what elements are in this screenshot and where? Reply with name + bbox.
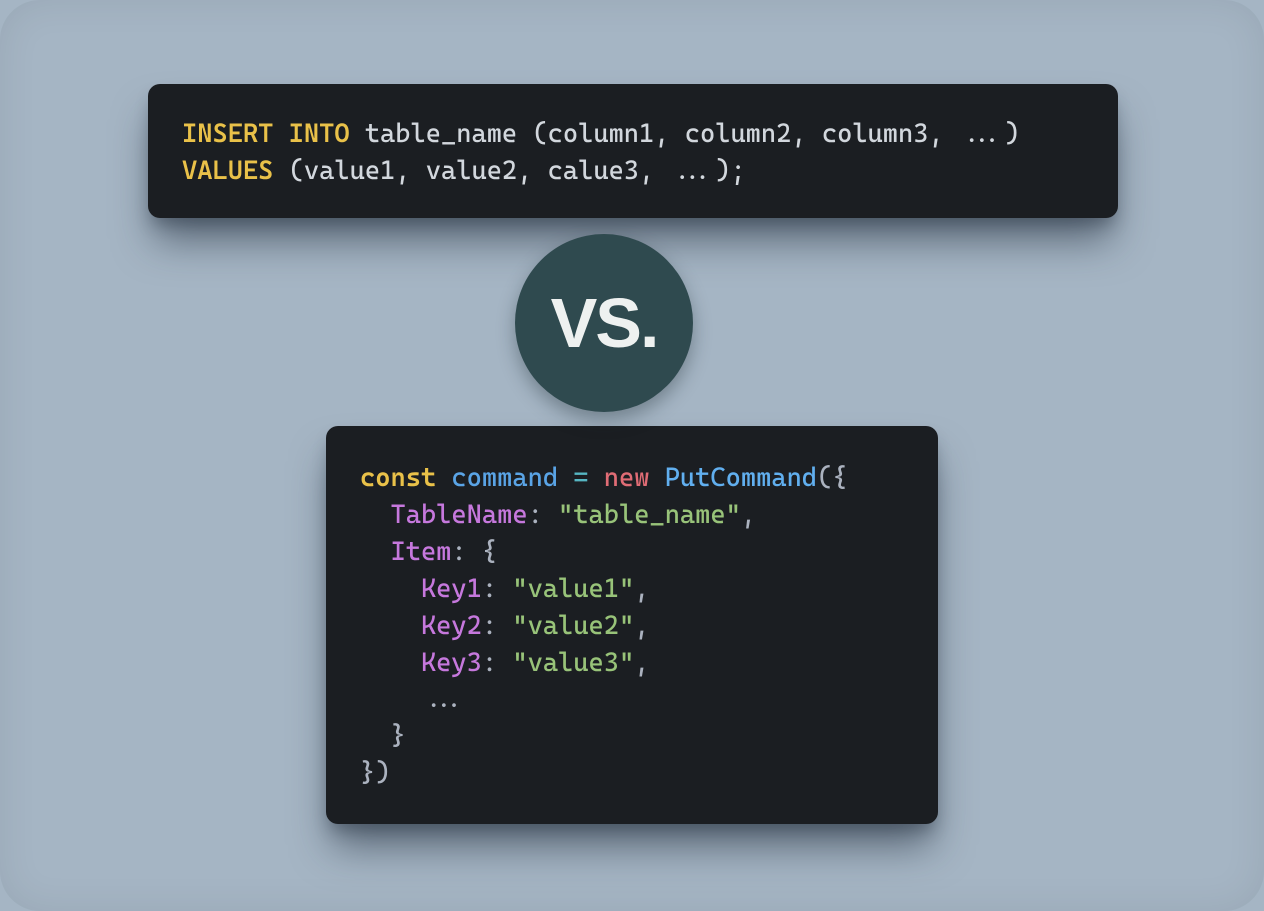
code-block-sql: INSERT INTO table_name (column1, column2… xyxy=(148,84,1118,218)
comparison-canvas: INSERT INTO table_name (column1, column2… xyxy=(0,0,1264,911)
kw-values: VALUES xyxy=(182,156,273,186)
kw-into: INTO xyxy=(289,119,350,149)
prop-key2: Key2 xyxy=(421,611,482,641)
vs-label: VS. xyxy=(551,283,658,363)
open-call: ({ xyxy=(817,463,847,493)
sql-table: table_name xyxy=(365,119,517,149)
kw-insert: INSERT xyxy=(182,119,273,149)
vs-badge: VS. xyxy=(515,234,693,412)
close-obj: } xyxy=(390,721,405,751)
op-eq: = xyxy=(573,463,588,493)
str-table: "table_name" xyxy=(558,500,741,530)
close-call: }) xyxy=(360,758,390,788)
kw-const: const xyxy=(360,463,436,493)
ellipsis: ... xyxy=(421,684,467,714)
sql-code: INSERT INTO table_name (column1, column2… xyxy=(182,116,1084,190)
code-block-js: const command = new PutCommand({ TableNa… xyxy=(326,426,938,824)
kw-new: new xyxy=(604,463,650,493)
str-val2: "value2" xyxy=(512,611,634,641)
js-code: const command = new PutCommand({ TableNa… xyxy=(360,460,904,792)
sql-cols: (column1, column2, column3, ...) xyxy=(532,119,1020,149)
str-val3: "value3" xyxy=(512,648,634,678)
open-obj: { xyxy=(482,537,497,567)
ident-command: command xyxy=(451,463,558,493)
prop-key1: Key1 xyxy=(421,574,482,604)
class-put: PutCommand xyxy=(665,463,817,493)
sql-vals: (value1, value2, calue3, ...); xyxy=(289,156,746,186)
prop-table: TableName xyxy=(390,500,527,530)
prop-item: Item xyxy=(390,537,451,567)
str-val1: "value1" xyxy=(512,574,634,604)
prop-key3: Key3 xyxy=(421,648,482,678)
